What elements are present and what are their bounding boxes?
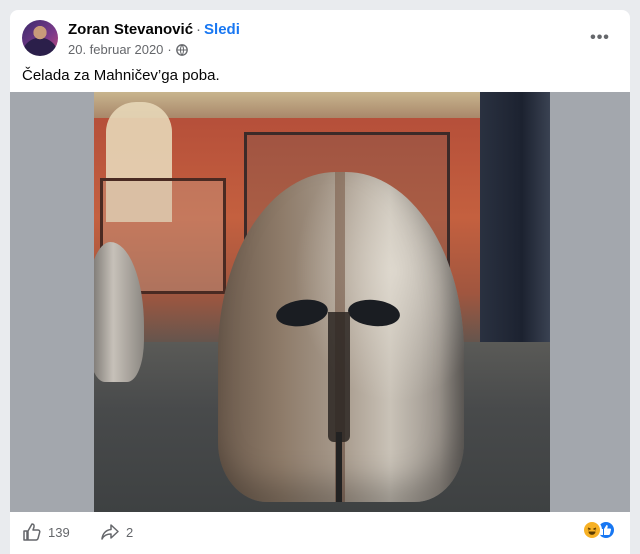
video-player[interactable] — [94, 92, 550, 512]
share-button[interactable]: 2 — [100, 522, 133, 542]
helmet-eye-right — [346, 297, 402, 329]
more-options-button[interactable]: ••• — [582, 26, 618, 50]
author-line: Zoran Stevanović · Sledi — [68, 21, 240, 38]
post-card: Zoran Stevanović · Sledi 20. februar 2020 … — [10, 10, 630, 554]
post-caption: Čelada za Mahničev’ga poba. — [22, 67, 220, 84]
post-media[interactable] — [10, 92, 630, 512]
name-separator: · — [196, 21, 202, 38]
scene-pillar — [480, 92, 550, 372]
post-actions: 139 2 — [22, 518, 618, 548]
globe-icon[interactable] — [175, 43, 188, 56]
helmet-eye-left — [274, 296, 330, 330]
share-count: 2 — [126, 524, 134, 540]
post-meta: 20. februar 2020 · — [68, 42, 188, 57]
like-button[interactable]: 139 — [22, 522, 70, 542]
helmet-mouth-slit — [336, 432, 342, 502]
post-header: Zoran Stevanović · Sledi 20. februar 2020 … — [22, 20, 618, 64]
helmet-image — [218, 172, 464, 502]
author-name[interactable]: Zoran Stevanović — [68, 21, 193, 38]
like-count: 139 — [48, 524, 70, 540]
reactions-summary[interactable] — [582, 520, 618, 542]
share-icon — [100, 522, 120, 542]
more-icon: ••• — [590, 29, 610, 46]
follow-button[interactable]: Sledi — [204, 21, 240, 38]
haha-reaction-icon — [582, 520, 602, 540]
author-avatar[interactable] — [22, 20, 58, 56]
post-date[interactable]: 20. februar 2020 — [68, 42, 163, 57]
meta-dot: · — [167, 42, 172, 57]
helmet-nose-guard — [328, 312, 350, 442]
thumbs-up-icon — [22, 522, 42, 542]
